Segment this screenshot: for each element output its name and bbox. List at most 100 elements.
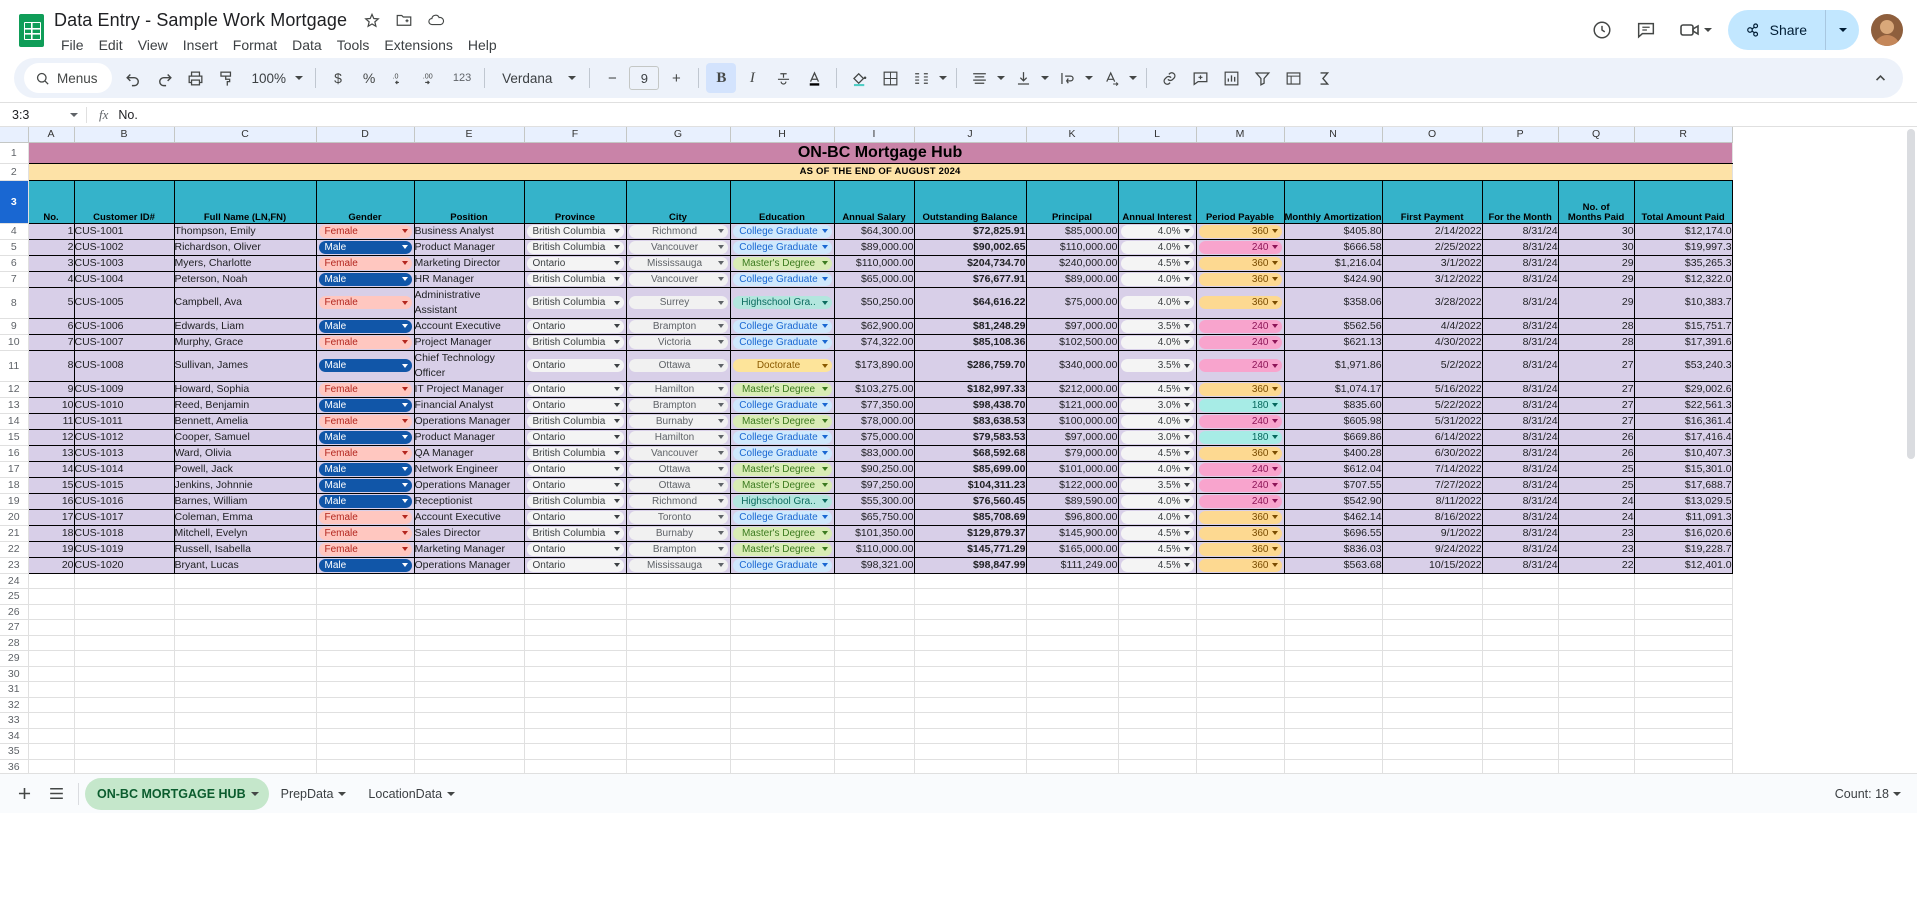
empty-cell[interactable] — [730, 743, 835, 760]
city-chip[interactable]: Richmond — [628, 494, 728, 508]
cell-education[interactable]: Highschool Gra.. — [729, 492, 835, 510]
cell-principal[interactable]: $340,000.00 — [1025, 349, 1119, 382]
cell-period-payable[interactable]: 180 — [1195, 396, 1285, 414]
empty-cell[interactable] — [174, 712, 317, 729]
empty-cell[interactable] — [1634, 681, 1733, 698]
period-chip[interactable]: 240 — [1198, 462, 1282, 476]
chevron-down-icon[interactable] — [1271, 483, 1278, 487]
cell-for-the-month[interactable]: 8/31/24 — [1481, 238, 1559, 256]
interest-chip[interactable]: 4.0% — [1120, 240, 1194, 254]
chevron-down-icon[interactable] — [1271, 435, 1278, 439]
empty-row[interactable]: 30 — [0, 666, 1733, 682]
empty-cell[interactable] — [28, 650, 75, 667]
cell-first-payment[interactable]: 6/14/2022 — [1381, 428, 1483, 446]
chevron-down-icon[interactable] — [401, 531, 408, 535]
province-chip[interactable]: Ontario — [526, 256, 624, 270]
cell-principal[interactable]: $122,000.00 — [1025, 476, 1119, 494]
chevron-down-icon[interactable] — [821, 531, 828, 535]
cell-total-amount-paid[interactable]: $15,751.7 — [1633, 317, 1733, 335]
education-chip[interactable]: Master's Degree — [732, 256, 832, 270]
cell-for-the-month[interactable]: 8/31/24 — [1481, 286, 1559, 319]
chevron-down-icon[interactable] — [401, 403, 408, 407]
cell-monthly-amortization[interactable]: $1,971.86 — [1283, 349, 1383, 382]
empty-cell[interactable] — [316, 712, 415, 729]
row-header-36[interactable]: 36 — [0, 759, 29, 773]
cell-months-paid[interactable]: 23 — [1557, 524, 1635, 542]
empty-cell[interactable] — [730, 681, 835, 698]
column-header-G[interactable]: G — [626, 127, 731, 143]
column-header-C[interactable]: C — [174, 127, 317, 143]
borders-icon[interactable] — [875, 63, 905, 93]
empty-cell[interactable] — [316, 604, 415, 620]
city-chip[interactable]: Burnaby — [628, 526, 728, 540]
cell-no[interactable]: 9 — [27, 380, 75, 398]
cell-months-paid[interactable]: 23 — [1557, 540, 1635, 558]
avatar[interactable] — [1871, 14, 1903, 46]
cell-total-amount-paid[interactable]: $17,416.4 — [1633, 428, 1733, 446]
cell-principal[interactable]: $96,800.00 — [1025, 508, 1119, 526]
chevron-down-icon[interactable] — [717, 531, 724, 535]
cell-period-payable[interactable]: 240 — [1195, 412, 1285, 430]
cell-monthly-amortization[interactable]: $612.04 — [1283, 460, 1383, 478]
education-chip[interactable]: College Graduate — [732, 510, 832, 524]
cell-total-amount-paid[interactable]: $16,361.4 — [1633, 412, 1733, 430]
cell-education[interactable]: College Graduate — [729, 396, 835, 414]
row-header-21[interactable]: 21 — [0, 525, 29, 542]
chevron-down-icon[interactable] — [401, 483, 408, 487]
menu-edit[interactable]: Edit — [92, 35, 130, 55]
empty-cell[interactable] — [74, 759, 175, 773]
empty-cell[interactable] — [1118, 666, 1197, 682]
cell-full-name[interactable]: Reed, Benjamin — [173, 396, 317, 414]
cell-full-name[interactable]: Bennett, Amelia — [173, 412, 317, 430]
province-chip[interactable]: Ontario — [526, 430, 624, 444]
table-row[interactable]: 17 14 CUS-1014 Powell, Jack Male Network Engi… — [0, 460, 1733, 478]
row-header-3[interactable]: 3 — [0, 180, 29, 224]
cell-position[interactable]: Financial Analyst — [413, 396, 525, 414]
gender-chip[interactable]: Female — [318, 542, 412, 556]
empty-cell[interactable] — [1118, 604, 1197, 620]
empty-cell[interactable] — [1118, 697, 1197, 713]
italic-icon[interactable]: I — [737, 63, 767, 93]
cell-education[interactable]: Master's Degree — [729, 540, 835, 558]
empty-cell[interactable] — [74, 712, 175, 729]
empty-cell[interactable] — [1482, 759, 1559, 773]
period-chip[interactable]: 180 — [1198, 430, 1282, 444]
empty-cell[interactable] — [1558, 573, 1635, 589]
chevron-down-icon[interactable] — [401, 515, 408, 519]
table-header-cell[interactable]: No. of Months Paid — [1557, 179, 1635, 224]
column-header-J[interactable]: J — [914, 127, 1027, 143]
table-row[interactable]: 7 4 CUS-1004 Peterson, Noah Male HR Manager Br… — [0, 270, 1733, 288]
chevron-down-icon[interactable] — [613, 324, 620, 328]
cell-full-name[interactable]: Bryant, Lucas — [173, 556, 317, 574]
empty-cell[interactable] — [834, 666, 915, 682]
empty-cell[interactable] — [316, 697, 415, 713]
cell-province[interactable]: British Columbia — [523, 222, 627, 240]
chevron-down-icon[interactable] — [717, 324, 724, 328]
cell-total-amount-paid[interactable]: $10,407.3 — [1633, 444, 1733, 462]
row-header-27[interactable]: 27 — [0, 619, 29, 636]
empty-cell[interactable] — [414, 712, 525, 729]
empty-cell[interactable] — [414, 650, 525, 667]
cell-province[interactable]: Ontario — [523, 556, 627, 574]
cell-total-amount-paid[interactable]: $11,091.3 — [1633, 508, 1733, 526]
cell-customer-id[interactable]: CUS-1006 — [73, 317, 175, 335]
cell-customer-id[interactable]: CUS-1008 — [73, 349, 175, 382]
table-row[interactable]: 15 12 CUS-1012 Cooper, Samuel Male Product Ma… — [0, 428, 1733, 446]
gender-chip[interactable]: Female — [318, 256, 412, 270]
cell-full-name[interactable]: Jenkins, Johnnie — [173, 476, 317, 494]
empty-cell[interactable] — [1118, 588, 1197, 605]
cell-period-payable[interactable]: 360 — [1195, 270, 1285, 288]
cell-province[interactable]: British Columbia — [523, 238, 627, 256]
period-chip[interactable]: 360 — [1198, 382, 1282, 396]
province-chip[interactable]: Ontario — [526, 319, 624, 333]
chevron-down-icon[interactable] — [613, 499, 620, 503]
empty-cell[interactable] — [316, 728, 415, 744]
cell-no[interactable]: 3 — [27, 254, 75, 272]
cell-province[interactable]: British Columbia — [523, 286, 627, 319]
cell-period-payable[interactable]: 180 — [1195, 428, 1285, 446]
empty-cell[interactable] — [1196, 728, 1285, 744]
city-chip[interactable]: Ottawa — [628, 478, 728, 492]
redo-icon[interactable] — [150, 63, 180, 93]
cell-monthly-amortization[interactable]: $696.55 — [1283, 524, 1383, 542]
empty-cell[interactable] — [914, 588, 1027, 605]
